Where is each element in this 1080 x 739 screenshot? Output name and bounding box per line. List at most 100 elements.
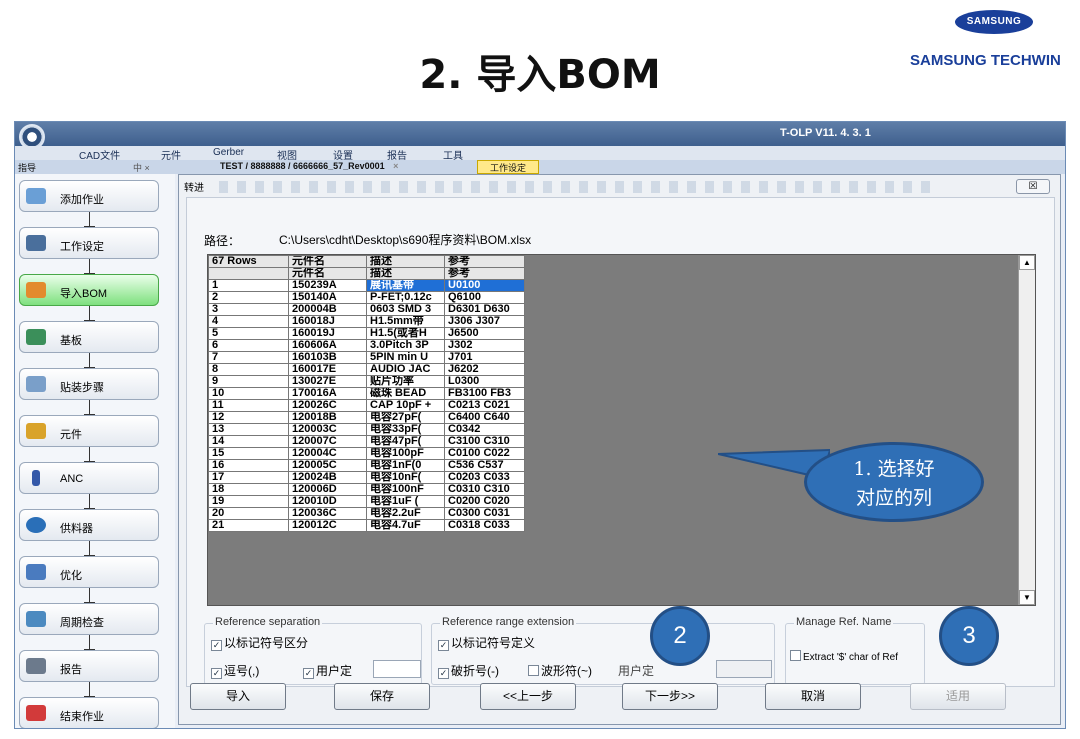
table-cell[interactable]: C536 C537 (444, 459, 525, 472)
tab-document-close[interactable]: × (393, 161, 398, 171)
table-cell[interactable]: 电容4.7uF (366, 519, 445, 532)
table-row[interactable]: 15 120004C 电容100pF C0100 C022 (208, 447, 525, 460)
table-row[interactable]: 16 120005C 电容1nF(0 C536 C537 (208, 459, 525, 472)
table-row[interactable]: 5 160019J H1.5(或者H J6500 (208, 327, 525, 340)
table-cell[interactable]: C0100 C022 (444, 447, 525, 460)
row-number-cell[interactable]: 13 (208, 423, 289, 436)
table-row[interactable]: 11 120026C CAP 10pF + C0213 C021 (208, 399, 525, 412)
row-number-cell[interactable]: 9 (208, 375, 289, 388)
table-cell[interactable]: J6500 (444, 327, 525, 340)
sidebar-item-anc[interactable]: ANC (19, 462, 159, 494)
table-row[interactable]: 4 160018J H1.5mm带 J306 J307 (208, 315, 525, 328)
sidebar-item-work-settings[interactable]: 工作设定 (19, 227, 159, 259)
table-cell[interactable]: 170016A (288, 387, 367, 400)
option-comma[interactable]: ✓ 逗号(,) (211, 662, 259, 679)
column-header[interactable]: 描述 (366, 255, 445, 268)
next-button[interactable]: 下一步>> (622, 683, 718, 710)
table-cell[interactable]: 160019J (288, 327, 367, 340)
sidebar-item-report[interactable]: 报告 (19, 650, 159, 682)
sidebar-item-cycle-check[interactable]: 周期检查 (19, 603, 159, 635)
table-cell[interactable]: Q6100 (444, 291, 525, 304)
table-cell[interactable]: 0603 SMD 3 (366, 303, 445, 316)
table-row[interactable]: 1 150239A 展讯基带 U0100 (208, 279, 525, 292)
row-number-cell[interactable]: 16 (208, 459, 289, 472)
table-cell[interactable]: H1.5mm带 (366, 315, 445, 328)
table-cell[interactable]: C3100 C310 (444, 435, 525, 448)
table-row[interactable]: 13 120003C 电容33pF(C0342 (208, 423, 525, 436)
table-cell[interactable]: C0203 C033 (444, 471, 525, 484)
table-cell[interactable]: 电容100nF (366, 483, 445, 496)
table-row[interactable]: 20 120036C 电容2.2uF C0300 C031 (208, 507, 525, 520)
table-row[interactable]: 2 150140A P-FET;0.12c Q6100 (208, 291, 525, 304)
bom-grid[interactable]: 67 Rows 元件名 描述 参考 元件名 描述 参考 1 150239A 展讯基带… (207, 254, 1036, 606)
table-cell[interactable]: 电容47pF( (366, 435, 445, 448)
table-cell[interactable]: L0300 (444, 375, 525, 388)
row-number-cell[interactable]: 18 (208, 483, 289, 496)
sidebar-item-board[interactable]: 基板 (19, 321, 159, 353)
table-cell[interactable]: 150239A (288, 279, 367, 292)
row-number-cell[interactable]: 1 (208, 279, 289, 292)
option-extract-dollar[interactable]: Extract '$' char of Ref (790, 650, 918, 663)
table-cell[interactable]: J302 (444, 339, 525, 352)
grid-vertical-scrollbar[interactable]: ▲ ▼ (1018, 255, 1035, 605)
tab-workspace[interactable]: 工作设定 (477, 160, 539, 174)
row-number-cell[interactable]: 21 (208, 519, 289, 532)
table-cell[interactable]: AUDIO JAC (366, 363, 445, 376)
sidebar-item-component[interactable]: 元件 (19, 415, 159, 447)
row-number-cell[interactable]: 6 (208, 339, 289, 352)
table-cell[interactable]: 3.0Pitch 3P (366, 339, 445, 352)
scroll-up-icon[interactable]: ▲ (1019, 255, 1035, 270)
table-row[interactable]: 8 160017E AUDIO JAC J6202 (208, 363, 525, 376)
checkbox-range3[interactable] (528, 665, 539, 676)
save-button[interactable]: 保存 (334, 683, 430, 710)
row-number-cell[interactable]: 8 (208, 363, 289, 376)
menu-gerber[interactable]: Gerber (213, 147, 244, 158)
row-number-cell[interactable]: 7 (208, 351, 289, 364)
table-cell[interactable]: J701 (444, 351, 525, 364)
sidebar-item-import-bom[interactable]: 导入BOM (19, 274, 159, 306)
sidebar-item-end-job[interactable]: 结束作业 (19, 697, 159, 728)
table-cell[interactable]: 120003C (288, 423, 367, 436)
table-cell[interactable]: 电容10nF( (366, 471, 445, 484)
table-cell[interactable]: 120005C (288, 459, 367, 472)
panel-pin-close[interactable]: 中 × (133, 161, 150, 174)
column-mapping-cell[interactable]: 元件名 (288, 267, 367, 280)
table-cell[interactable]: D6301 D630 (444, 303, 525, 316)
option-define-by-mark[interactable]: ✓ 以标记符号定义 (438, 634, 535, 651)
table-cell[interactable]: 电容100pF (366, 447, 445, 460)
row-number-cell[interactable]: 12 (208, 411, 289, 424)
option-user-defined[interactable]: ✓ 用户定 (303, 662, 352, 679)
table-row[interactable]: 12 120018B 电容27pF(C6400 C640 (208, 411, 525, 424)
table-cell[interactable]: 展讯基带 (366, 279, 445, 292)
row-number-cell[interactable]: 19 (208, 495, 289, 508)
table-cell[interactable]: 150140A (288, 291, 367, 304)
table-row[interactable]: 7 160103B 5PIN min U J701 (208, 351, 525, 364)
table-cell[interactable]: 电容33pF( (366, 423, 445, 436)
table-cell[interactable]: J6202 (444, 363, 525, 376)
table-cell[interactable]: 磁珠 BEAD (366, 387, 445, 400)
sidebar-item-mount-steps[interactable]: 贴装步骤 (19, 368, 159, 400)
checkbox-sep1[interactable]: ✓ (211, 640, 222, 651)
row-number-cell[interactable]: 3 (208, 303, 289, 316)
option-tilde[interactable]: 波形符(~) (528, 662, 592, 679)
table-row[interactable]: 18 120006D 电容100nF C0310 C310 (208, 483, 525, 496)
row-number-cell[interactable]: 11 (208, 399, 289, 412)
row-number-cell[interactable]: 4 (208, 315, 289, 328)
table-cell[interactable]: P-FET;0.12c (366, 291, 445, 304)
table-cell[interactable]: 电容2.2uF (366, 507, 445, 520)
column-mapping-cell[interactable]: 参考 (444, 267, 525, 280)
table-row[interactable]: 17 120024B 电容10nF(C0203 C033 (208, 471, 525, 484)
table-row[interactable]: 14 120007C 电容47pF(C3100 C310 (208, 435, 525, 448)
row-number-cell[interactable]: 17 (208, 471, 289, 484)
table-cell[interactable]: 120006D (288, 483, 367, 496)
table-cell[interactable]: 120026C (288, 399, 367, 412)
row-number-cell[interactable]: 14 (208, 435, 289, 448)
table-row[interactable]: 10 170016A 磁珠 BEAD FB3100 FB3 (208, 387, 525, 400)
table-cell[interactable]: 160017E (288, 363, 367, 376)
checkbox-sep3[interactable]: ✓ (303, 668, 314, 679)
table-cell[interactable]: 160103B (288, 351, 367, 364)
row-number-cell[interactable]: 2 (208, 291, 289, 304)
row-number-cell[interactable]: 5 (208, 327, 289, 340)
table-cell[interactable]: 120010D (288, 495, 367, 508)
previous-button[interactable]: <<上一步 (480, 683, 576, 710)
